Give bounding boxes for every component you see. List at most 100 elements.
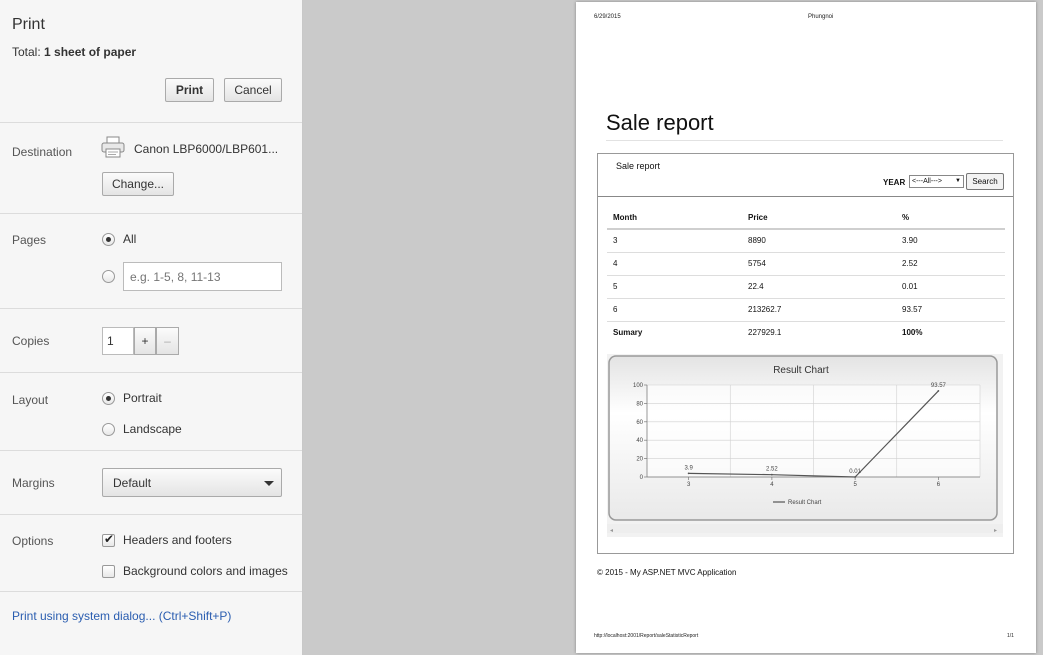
- report-box: Sale report YEAR <---All---> ▼ Search Mo…: [597, 153, 1014, 554]
- copies-increment-button[interactable]: +: [134, 327, 156, 355]
- chart-data-label: 3.9: [684, 465, 693, 471]
- table-summary-price: 227929.1: [748, 328, 782, 337]
- pages-custom-radio[interactable]: [102, 270, 115, 283]
- table-cell: 5: [613, 282, 618, 291]
- printer-name: Canon LBP6000/LBP601...: [134, 142, 279, 156]
- layout-landscape-radio[interactable]: [102, 423, 115, 436]
- copies-decrement-button[interactable]: –: [156, 327, 179, 355]
- headers-footers-label: Headers and footers: [123, 533, 232, 547]
- chart-y-tick-label: 20: [636, 457, 643, 463]
- pages-label: Pages: [12, 233, 47, 247]
- options-label: Options: [12, 534, 54, 548]
- page-footer-text: © 2015 - My ASP.NET MVC Application: [597, 568, 737, 577]
- layout-section: Layout Portrait Landscape: [0, 372, 302, 451]
- chart-data-label: 93.57: [931, 383, 947, 389]
- layout-portrait-label: Portrait: [123, 391, 162, 405]
- table-summary-label: Sumary: [613, 328, 643, 337]
- chart-y-tick-label: 100: [633, 383, 644, 389]
- chart-data-point: [937, 390, 940, 392]
- chart-legend-label: Result Chart: [788, 500, 822, 506]
- margins-select-value: Default: [113, 476, 152, 490]
- table-cell: 3: [613, 236, 618, 245]
- pages-custom-input[interactable]: [123, 262, 282, 291]
- scroll-left-icon[interactable]: ◂: [610, 527, 613, 534]
- pages-all-radio[interactable]: [102, 233, 115, 246]
- copies-input[interactable]: 1: [102, 327, 134, 355]
- print-title: Print: [12, 16, 45, 33]
- year-label: YEAR: [883, 178, 906, 187]
- table-row-divider: [607, 252, 1005, 253]
- chart-y-tick-label: 80: [636, 401, 643, 407]
- chart-data-label: 0.01: [849, 469, 861, 475]
- toolbar-divider: [598, 196, 1013, 197]
- scroll-right-icon[interactable]: ▸: [994, 527, 997, 534]
- page-footer-url: http://localhost:2001/Report/saleStatist…: [594, 633, 699, 639]
- layout-portrait-radio[interactable]: [102, 392, 115, 405]
- year-select[interactable]: <---All---> ▼: [909, 175, 964, 188]
- table-cell: 93.57: [902, 305, 923, 314]
- copies-label: Copies: [12, 334, 50, 348]
- table-cell: 4: [613, 259, 618, 268]
- chart-container: Result Chart 0 20 40 60 80 100 3 4 5 6 3.9 2.52 0.0…: [607, 354, 1003, 537]
- table-row-divider: [607, 275, 1005, 276]
- report-box-title: Sale report: [616, 161, 661, 171]
- chart-y-tick-label: 60: [636, 420, 643, 426]
- layout-label: Layout: [12, 393, 49, 407]
- pages-all-label: All: [123, 232, 137, 246]
- table-summary-percent: 100%: [902, 328, 923, 337]
- table-row-divider: [607, 321, 1005, 322]
- printer-icon: [101, 136, 125, 163]
- total-value: 1 sheet of paper: [44, 45, 137, 59]
- table-cell: 6: [613, 305, 618, 314]
- copies-section: Copies 1 + –: [0, 308, 302, 373]
- table-cell: 8890: [748, 236, 766, 245]
- dropdown-arrow-icon: [264, 481, 274, 486]
- pages-section: Pages All: [0, 213, 302, 309]
- table-header-price: Price: [748, 213, 768, 222]
- headers-footers-checkbox[interactable]: [102, 532, 115, 547]
- destination-label: Destination: [12, 145, 73, 159]
- change-destination-button[interactable]: Change...: [102, 172, 174, 196]
- table-cell: 5754: [748, 259, 766, 268]
- page-header-date: 6/29/2015: [594, 14, 621, 20]
- background-graphics-checkbox[interactable]: [102, 565, 115, 578]
- search-button[interactable]: Search: [966, 173, 1004, 190]
- table-cell: 2.52: [902, 259, 918, 268]
- margins-select[interactable]: Default: [102, 468, 282, 497]
- destination-section: Destination Canon LBP6000/LBP601... Chan…: [0, 122, 302, 214]
- report-heading: Sale report: [606, 110, 714, 135]
- chart-data-label: 2.52: [766, 467, 778, 473]
- page-header-title: Phungnoi: [808, 14, 834, 20]
- year-select-value: <---All--->: [912, 178, 942, 185]
- table-cell: 22.4: [748, 282, 764, 291]
- table-row-divider: [607, 298, 1005, 299]
- cancel-button[interactable]: Cancel: [224, 78, 282, 102]
- system-dialog-section: Print using system dialog... (Ctrl+Shift…: [0, 591, 302, 655]
- table-cell: 213262.7: [748, 305, 782, 314]
- chart-y-tick-label: 40: [636, 438, 643, 444]
- background-graphics-label: Background colors and images: [123, 564, 288, 578]
- table-header-month: Month: [613, 213, 637, 222]
- heading-divider: [606, 140, 1003, 141]
- chart-data-point: [770, 473, 773, 476]
- margins-label: Margins: [12, 476, 55, 490]
- year-select-arrow-icon: ▼: [955, 178, 961, 184]
- system-dialog-link[interactable]: Print using system dialog... (Ctrl+Shift…: [12, 609, 231, 623]
- table-header-divider: [607, 228, 1005, 230]
- total-summary: Total: 1 sheet of paper: [12, 45, 136, 59]
- page-number: 1/1: [1007, 633, 1014, 639]
- chart-data-point: [854, 476, 857, 478]
- margins-section: Margins Default: [0, 450, 302, 515]
- table-cell: 0.01: [902, 282, 918, 291]
- options-section: Options Headers and footers Background c…: [0, 514, 302, 592]
- table-header-percent: %: [902, 213, 910, 222]
- total-label: Total:: [12, 45, 41, 59]
- layout-landscape-label: Landscape: [123, 422, 182, 436]
- table-cell: 3.90: [902, 236, 918, 245]
- result-chart: Result Chart 0204060801003 4 5 6 3.9 2.52 0.0…: [607, 355, 1003, 534]
- chart-scrollbar[interactable]: [607, 524, 1003, 533]
- chart-data-point: [687, 472, 690, 475]
- print-button[interactable]: Print: [165, 78, 214, 102]
- chart-title: Result Chart: [773, 365, 829, 376]
- print-settings-panel: Print Total: 1 sheet of paper Print Canc…: [0, 0, 303, 655]
